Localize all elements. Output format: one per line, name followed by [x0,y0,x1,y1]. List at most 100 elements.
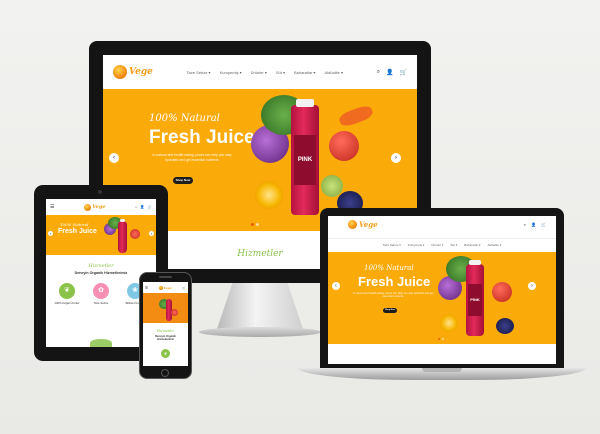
orange-logo-icon [113,65,127,79]
tomato [329,131,359,161]
arrow-right-icon[interactable]: › [149,231,154,236]
orange-logo-icon [348,220,357,229]
arrow-left-icon[interactable]: ‹ [48,231,53,236]
main-menu: Taze Sebze ▾ Kuruyemiş ▾ Ürünler ▾ Süt ▾… [153,70,377,75]
phone-home-button[interactable] [161,369,169,377]
menu-item[interactable]: Taze Sebze ▾ [187,70,211,75]
user-icon[interactable]: 👤 [140,205,144,209]
cart-icon[interactable]: 🛒 [541,222,546,227]
brand-logo-text: Vege [163,285,172,290]
tomato [492,282,512,302]
user-icon[interactable]: 👤 [386,69,393,76]
menu-item[interactable]: Aktüalite ▾ [487,243,501,247]
laptop-screen: Vege ⌕ 👤 🛒 Taze Sebze ▾ Kuruyemiş ▾ Ürün… [328,216,556,364]
slider-dot[interactable] [256,223,259,226]
hero-shop-button[interactable]: Shop Now [173,177,193,184]
menu-item[interactable]: Süt ▾ [276,70,285,75]
slider-dot[interactable] [442,338,444,340]
section-decor [90,339,112,347]
menu-item[interactable]: Baharatlar ▾ [464,243,480,247]
search-icon[interactable]: ⌕ [377,69,380,76]
monitor-stand-neck [217,283,303,329]
arrow-right-icon[interactable]: › [391,153,401,163]
blueberries [496,318,514,334]
service-item[interactable]: ❦ 100% Doğal Ürünler [52,283,82,305]
laptop-notch [422,368,462,372]
menu-item[interactable]: Ürünler ▾ [251,70,267,75]
menu-item[interactable]: Aktüalite ▾ [325,70,343,75]
carrot-icon: ✿ [93,283,109,299]
user-icon[interactable]: 👤 [531,222,536,227]
hero-product-image: PINK [438,256,518,342]
menu-item[interactable]: Süt ▾ [450,243,457,247]
phone-services-section: Hizmetler Deneyin Organik Hizmetlerimiz … [143,323,188,366]
nav-icons: ⌕ 👤 🛒 [377,69,407,76]
menu-icon[interactable]: ☰ [50,204,54,210]
phone-navbar: ☰ Vege 🛒 [143,282,188,293]
juice-bottle: PINK [291,99,319,215]
bottle-label: PINK [294,135,316,185]
nav-icons: ⌕ 👤 🛒 [524,222,546,227]
service-item[interactable]: ✿ Taze Sebze [86,283,116,305]
bottle-label: PINK [468,284,482,316]
phone-hero-slider [143,293,188,323]
services-subtitle: Deneyin Organik Hizmetlerimiz [155,335,176,341]
phone: ☰ Vege 🛒 Hizmetler Deneyin Organik Hizme… [139,272,192,379]
brand-logo[interactable]: Vege [113,65,153,79]
services-title: Hizmetler [88,263,114,269]
brand-logo[interactable]: Vege [158,285,172,290]
laptop-main-menu: Taze Sebze ▾ Kuruyemiş ▾ Ürünler ▾ Süt ▾… [328,238,556,250]
brand-logo[interactable]: Vege [84,203,106,211]
juice-bottle: PINK [466,260,484,336]
leaf-icon: ❦ [59,283,75,299]
tomato [130,229,140,239]
search-icon[interactable]: ⌕ [135,205,137,209]
arrow-right-icon[interactable]: › [528,282,536,290]
brand-logo[interactable]: Vege [348,220,378,229]
hero-description: In natural and health eating, juices can… [352,292,434,299]
service-label: 100% Doğal Ürünler [54,301,80,305]
hero-title: Fresh Juice [149,127,255,148]
service-label: Taze Sebze [93,301,109,305]
services-title: Hizmetler [156,329,175,333]
menu-item[interactable]: Taze Sebze ▾ [383,243,401,247]
hero-product-image [159,297,179,323]
menu-item[interactable]: Kuruyemiş ▾ [408,243,425,247]
slider-dot[interactable] [438,338,440,340]
menu-item[interactable]: Baharatlar ▾ [294,70,316,75]
services-list: ❦ 100% Doğal Ürünler ✿ Taze Sebze ❀ Bitk… [52,283,150,305]
nav-icons: ⌕ 👤 🛒 [135,205,152,209]
slider-dot[interactable] [251,223,254,226]
carrot [337,103,375,129]
tablet-camera [98,190,102,194]
menu-item[interactable]: Ürünler ▾ [431,243,443,247]
hero-shop-button[interactable]: Shop Now [383,308,397,313]
slider-dots [251,223,259,226]
cart-icon[interactable]: 🛒 [400,69,407,76]
laptop-services-section [328,344,556,364]
laptop-hero-slider: 100% Natural Fresh Juice In natural and … [328,252,556,344]
brand-logo-text: Vege [92,204,106,210]
menu-icon[interactable]: ☰ [145,286,148,290]
juice-bottle [118,219,127,253]
hero-description: In natural and health eating, juices can… [152,153,232,162]
search-icon[interactable]: ⌕ [524,222,526,227]
phone-screen: ☰ Vege 🛒 Hizmetler Deneyin Organik Hizme… [143,282,188,366]
cart-icon[interactable]: 🛒 [148,205,152,209]
desktop-navbar: Vege Taze Sebze ▾ Kuruyemiş ▾ Ürünler ▾ … [103,55,417,89]
arrow-left-icon[interactable]: ‹ [109,153,119,163]
menu-item[interactable]: Kuruyemiş ▾ [220,70,242,75]
brand-logo-text: Vege [359,220,378,229]
hero-title: Fresh Juice [58,228,97,235]
hero-title: Fresh Juice [358,274,431,289]
arrow-left-icon[interactable]: ‹ [332,282,340,290]
slider-dots [438,338,444,340]
hero-tagline: 100% Natural [149,113,220,124]
laptop-navbar: Vege ⌕ 👤 🛒 [328,216,556,238]
cart-icon[interactable]: 🛒 [182,286,186,290]
brand-logo-text: Vege [129,67,153,77]
tablet-hero-slider: 100% Natural Fresh Juice ‹ › [46,215,156,255]
orange-slice [255,181,283,209]
hero-tagline: 100% Natural [60,222,89,227]
orange-slice [440,314,458,332]
